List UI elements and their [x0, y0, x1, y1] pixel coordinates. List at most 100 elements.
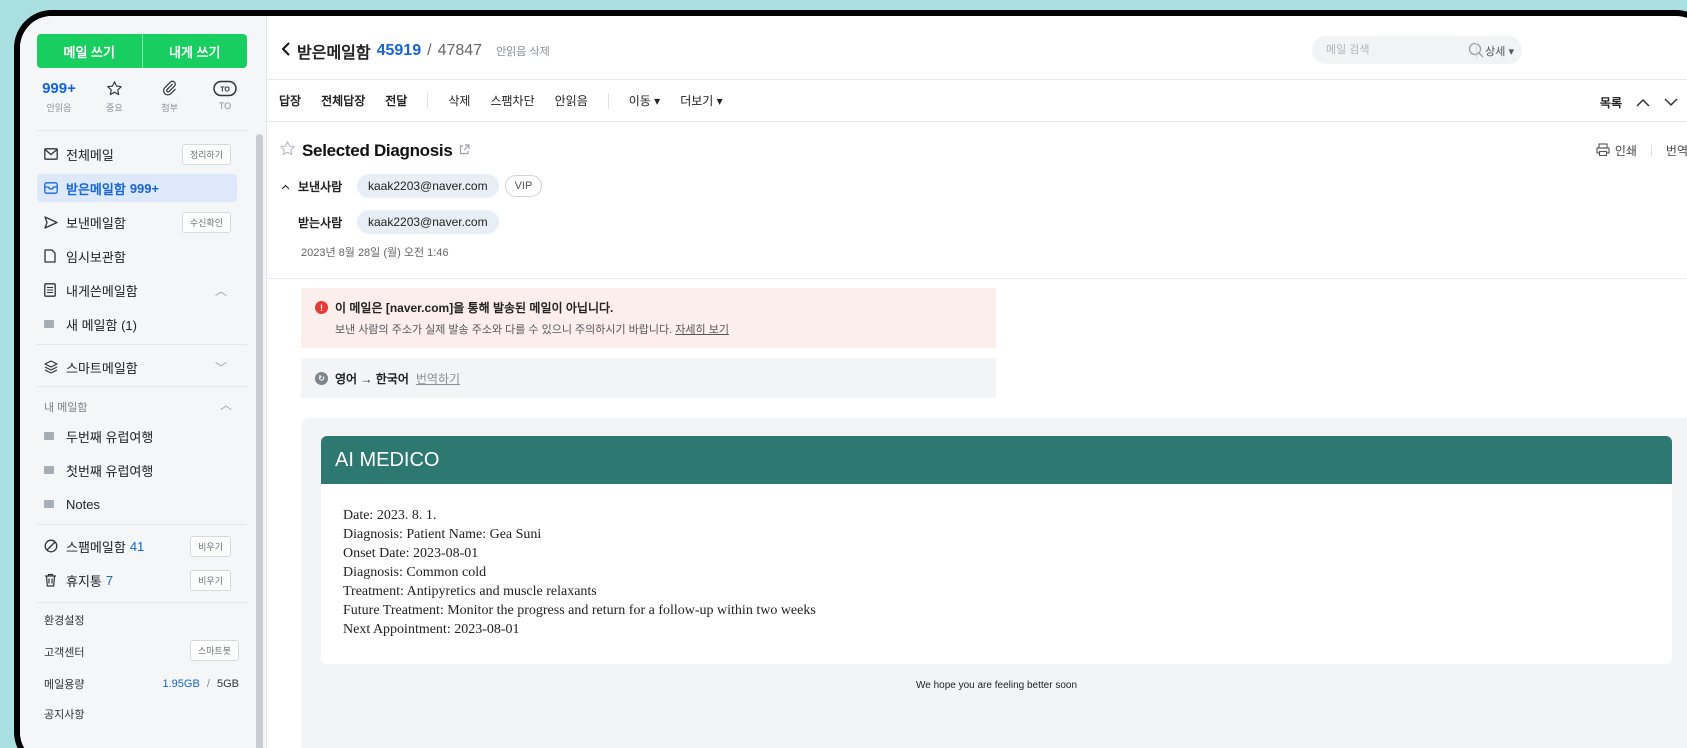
search-detail-button[interactable]: 상세 ▾	[1476, 43, 1514, 59]
unread-count: 45919	[376, 42, 422, 59]
chevron-up-icon[interactable]	[281, 179, 290, 193]
detail-line: Future Treatment: Monitor the progress a…	[343, 603, 816, 618]
svg-text:TO: TO	[220, 86, 230, 93]
printer-icon	[1596, 142, 1610, 159]
divider	[267, 278, 1687, 279]
sidebar-item-label: 받은메일함	[66, 181, 126, 197]
quick-attachment[interactable]: 첨부	[148, 78, 192, 114]
print-button[interactable]: 인쇄	[1596, 142, 1637, 159]
chevron-down-icon[interactable]: ﹀	[215, 359, 227, 376]
search-box: 상세 ▾	[1312, 36, 1522, 64]
list-button[interactable]: 목록	[1600, 94, 1622, 111]
quick-unread[interactable]: 999+ 안읽음	[37, 78, 81, 114]
reply-button[interactable]: 답장	[279, 92, 301, 109]
divider	[37, 602, 247, 603]
sidebar-item-label: 보낸메일함	[66, 215, 126, 231]
self-compose-button[interactable]: 내게 쓰기	[141, 34, 248, 68]
sidebar-item-label: 휴지통	[66, 573, 102, 589]
translate-link[interactable]: 번역하기	[416, 370, 460, 387]
warning-title-row: ! 이 메일은 [naver.com]을 통해 발송된 메일이 아닙니다.	[315, 299, 982, 316]
move-dropdown[interactable]: 이동 ▾	[629, 92, 660, 109]
message-toolbar: 답장 전체답장 전달 삭제 스팸차단 안읽음 이동 ▾ 더보기 ▾ 목록	[267, 80, 1687, 122]
translate-button[interactable]: 번역	[1666, 142, 1687, 159]
sidebar-item-trash[interactable]: 휴지통 7 비우기	[37, 566, 237, 594]
mail-body: AI MEDICO Date: 2023. 8. 1. Diagnosis: P…	[301, 418, 1687, 748]
unread-count: 999+	[42, 79, 76, 97]
alert-icon: !	[315, 301, 328, 314]
sidebar-item-label: 첫번째 유럽여행	[66, 463, 154, 479]
sender-label-wrap: 보낸사람	[281, 178, 357, 195]
delete-button[interactable]: 삭제	[448, 92, 470, 109]
storage-label: 메일용량	[44, 679, 85, 691]
read-receipt-button[interactable]: 수신확인	[181, 211, 231, 233]
chevron-down-icon[interactable]	[1664, 96, 1678, 110]
empty-trash-button[interactable]: 비우기	[190, 569, 231, 591]
sidebar-item-self-mail[interactable]: 내게쓴메일함 ︿	[37, 276, 237, 304]
recipient-label: 받는사람	[298, 215, 343, 230]
chevron-up-icon[interactable]: ︿	[215, 282, 227, 299]
settings-link[interactable]: 환경설정	[44, 612, 239, 628]
star-icon[interactable]	[279, 140, 296, 162]
document-icon	[44, 249, 60, 263]
vip-button[interactable]: VIP	[504, 175, 543, 197]
chevron-up-icon[interactable]: ︿	[220, 396, 232, 413]
sidebar-item-folder-europe-1[interactable]: 첫번째 유럽여행	[37, 456, 237, 484]
notes-icon	[44, 283, 60, 297]
sidebar: 메일 쓰기 내게 쓰기 999+ 안읽음 중요 첨부 TO TO 전체메일 정리…	[20, 16, 267, 748]
compose-button[interactable]: 메일 쓰기	[37, 34, 142, 68]
sidebar-item-folder-notes[interactable]: Notes	[37, 490, 237, 518]
quick-to[interactable]: TO TO	[203, 78, 247, 114]
storage-total: 5GB	[216, 678, 239, 690]
reply-all-button[interactable]: 전체답장	[321, 92, 365, 109]
sidebar-item-label: 스팸메일함	[66, 539, 126, 555]
quick-important[interactable]: 중요	[92, 78, 136, 114]
inbox-count: 999+	[129, 180, 160, 196]
organize-button[interactable]: 정리하기	[181, 143, 231, 165]
compose-group: 메일 쓰기 내게 쓰기	[37, 34, 247, 68]
mark-unread-button[interactable]: 안읽음	[555, 92, 588, 109]
sidebar-item-label: 내게쓴메일함	[66, 283, 138, 299]
card-title: AI MEDICO	[321, 436, 1672, 484]
sender-address[interactable]: kaak2203@naver.com	[357, 174, 499, 198]
delete-unread-button[interactable]: 안읽음 삭제	[496, 43, 550, 59]
quick-important-label: 중요	[106, 103, 123, 113]
chevron-up-icon[interactable]	[1636, 96, 1650, 110]
sidebar-item-drafts[interactable]: 임시보관함	[37, 242, 237, 270]
storage-row: 메일용량 1.95GB / 5GB	[44, 676, 239, 692]
quick-to-label: TO	[218, 101, 232, 111]
support-row: 고객센터 스마트봇	[44, 640, 239, 661]
inbox-icon	[44, 182, 60, 194]
empty-spam-button[interactable]: 비우기	[190, 535, 231, 557]
sidebar-item-label: 전체메일	[66, 147, 114, 163]
forward-button[interactable]: 전달	[385, 92, 407, 109]
storage-used: 1.95GB	[162, 678, 200, 690]
search-input[interactable]	[1326, 44, 1476, 56]
layers-icon	[44, 360, 60, 374]
folder-icon	[44, 500, 60, 508]
sidebar-item-spam[interactable]: 스팸메일함 41 비우기	[37, 532, 237, 560]
smartbot-button[interactable]: 스마트봇	[189, 640, 239, 661]
block-icon	[44, 539, 60, 553]
sidebar-scrollbar[interactable]	[256, 134, 263, 748]
print-label: 인쇄	[1614, 144, 1637, 158]
support-link[interactable]: 고객센터	[44, 644, 84, 660]
trash-icon	[44, 573, 60, 587]
device-frame: 메일 쓰기 내게 쓰기 999+ 안읽음 중요 첨부 TO TO 전체메일 정리…	[14, 10, 1687, 748]
sidebar-item-sent[interactable]: 보낸메일함 수신확인	[37, 208, 237, 236]
storage-separator: /	[206, 678, 210, 690]
divider	[427, 92, 429, 109]
recipient-address[interactable]: kaak2203@naver.com	[357, 210, 499, 234]
sidebar-item-new-folder[interactable]: 새 메일함 (1)	[37, 310, 237, 338]
folder-icon	[44, 432, 60, 440]
back-to-inbox[interactable]: 받은메일함 45919 / 47847 안읽음 삭제	[281, 39, 550, 63]
sidebar-item-folder-europe-2[interactable]: 두번째 유럽여행	[37, 422, 237, 450]
more-dropdown[interactable]: 더보기 ▾	[680, 92, 722, 109]
sidebar-item-smart[interactable]: 스마트메일함 ﹀	[37, 353, 237, 381]
sidebar-item-all-mail[interactable]: 전체메일 정리하기	[37, 140, 237, 168]
sidebar-item-inbox[interactable]: 받은메일함 999+	[37, 174, 237, 202]
spam-block-button[interactable]: 스팸차단	[490, 92, 534, 109]
toolbar-right: 목록	[1600, 94, 1678, 111]
warning-details-link[interactable]: 자세히 보기	[675, 324, 729, 336]
open-new-window-icon[interactable]	[459, 142, 470, 160]
notice-link[interactable]: 공지사항	[44, 706, 239, 722]
